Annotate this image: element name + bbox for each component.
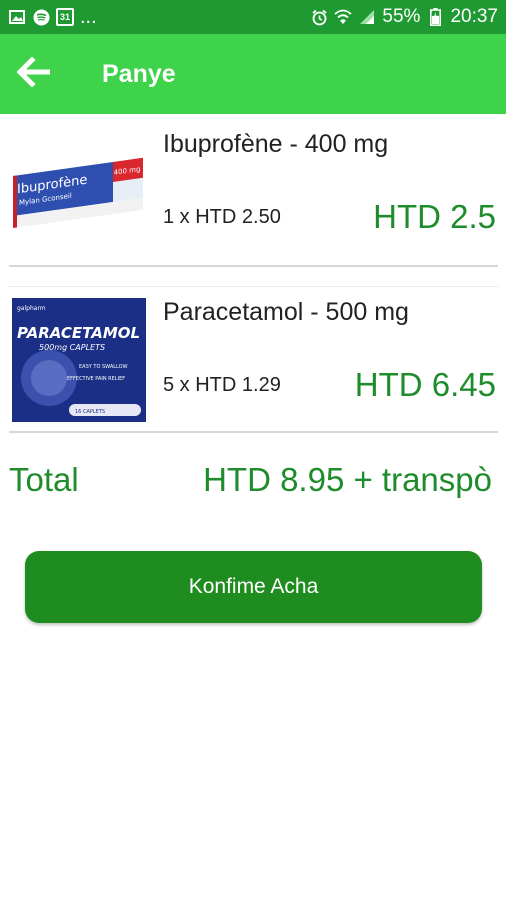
item-line-total: HTD 6.45 bbox=[354, 366, 496, 403]
signal-icon bbox=[358, 8, 376, 26]
svg-text:EASY TO SWALLOW: EASY TO SWALLOW bbox=[79, 364, 128, 370]
item-quantity-price: 5 x HTD 1.29 bbox=[163, 374, 281, 396]
cart-item[interactable]: 400 mg Ibuprofène Mylan Gconseil Ibuprof… bbox=[9, 118, 498, 264]
divider bbox=[9, 265, 498, 267]
app-bar: Panye bbox=[0, 34, 506, 114]
spotify-icon bbox=[32, 8, 50, 26]
svg-text:galpharm: galpharm bbox=[17, 305, 46, 312]
status-bar: 31 ... 55% 20:37 bbox=[0, 0, 506, 34]
confirm-purchase-button[interactable]: Konfime Acha bbox=[25, 551, 482, 623]
status-bar-right: 55% 20:37 bbox=[310, 6, 498, 28]
clock: 20:37 bbox=[450, 6, 498, 27]
svg-text:500mg CAPLETS: 500mg CAPLETS bbox=[39, 343, 105, 352]
battery-percentage: 55% bbox=[382, 6, 421, 27]
back-button[interactable] bbox=[0, 34, 66, 114]
battery-icon bbox=[426, 8, 444, 26]
arrow-left-icon bbox=[16, 55, 51, 92]
image-icon bbox=[8, 8, 26, 26]
status-bar-left: 31 ... bbox=[8, 7, 97, 27]
total-label: Total bbox=[9, 461, 79, 498]
svg-text:PARACETAMOL: PARACETAMOL bbox=[17, 324, 140, 342]
total-value: HTD 8.95 + transpò bbox=[203, 461, 492, 498]
cart-item[interactable]: galpharm PARACETAMOL 500mg CAPLETS EASY … bbox=[9, 286, 498, 432]
product-thumbnail-paracetamol: galpharm PARACETAMOL 500mg CAPLETS EASY … bbox=[9, 298, 149, 424]
svg-text:EFFECTIVE PAIN RELIEF: EFFECTIVE PAIN RELIEF bbox=[67, 376, 125, 382]
item-quantity-price: 1 x HTD 2.50 bbox=[163, 206, 281, 228]
notification-overflow: ... bbox=[80, 6, 97, 28]
alarm-icon bbox=[310, 8, 328, 26]
calendar-icon: 31 bbox=[56, 8, 74, 26]
page-title: Panye bbox=[102, 59, 176, 88]
product-thumbnail-ibuprofen: 400 mg Ibuprofène Mylan Gconseil bbox=[9, 130, 149, 256]
item-line-total: HTD 2.5 bbox=[373, 198, 496, 235]
wifi-icon bbox=[334, 8, 353, 26]
svg-text:16 CAPLETS: 16 CAPLETS bbox=[75, 409, 105, 415]
item-name: Paracetamol - 500 mg bbox=[163, 298, 409, 326]
divider bbox=[9, 431, 498, 433]
item-name: Ibuprofène - 400 mg bbox=[163, 130, 389, 158]
